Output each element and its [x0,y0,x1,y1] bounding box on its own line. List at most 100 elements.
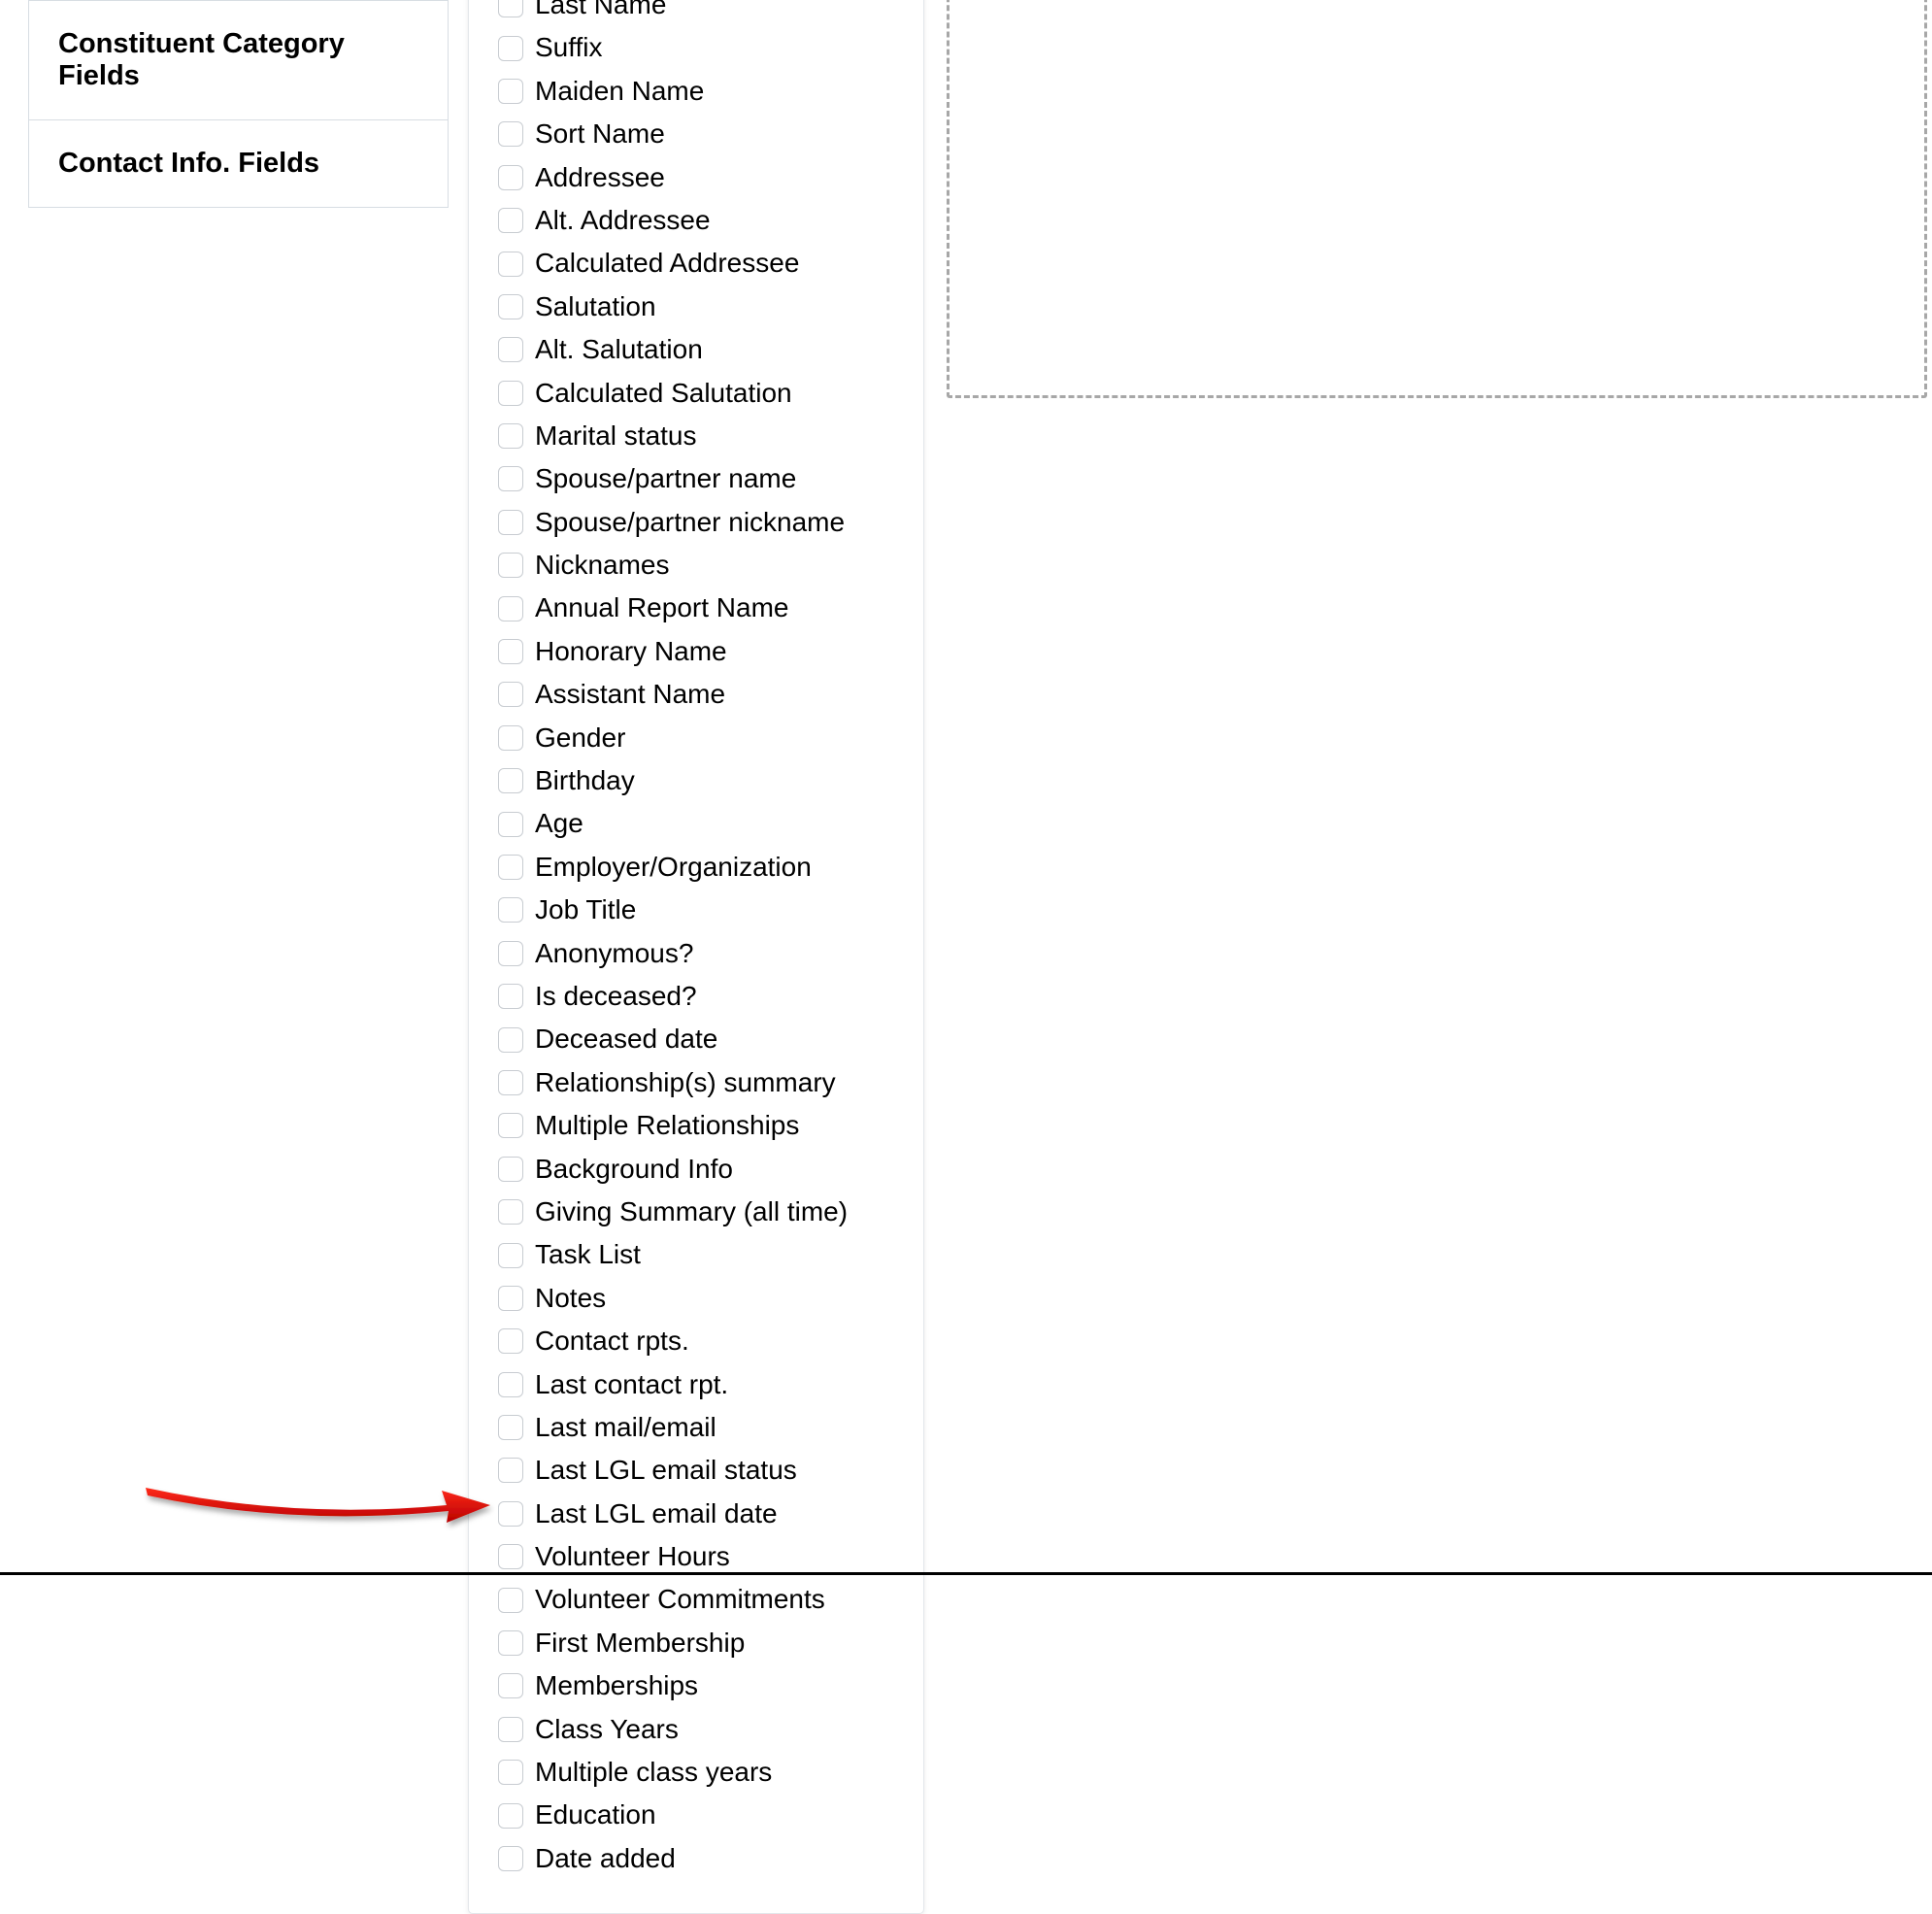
field-checkbox-birthday[interactable] [498,768,523,793]
field-row: Alt. Addressee [498,199,894,242]
field-label: Multiple class years [535,1755,772,1790]
fields-panel: Last Name Suffix Maiden Name Sort Name A… [468,0,924,1914]
field-label: Deceased date [535,1022,717,1057]
field-checkbox-first-membership[interactable] [498,1630,523,1656]
field-label: Last Name [535,0,666,22]
field-checkbox-maiden-name[interactable] [498,79,523,104]
field-checkbox-background-info[interactable] [498,1157,523,1182]
field-checkbox-honorary-name[interactable] [498,639,523,664]
field-checkbox-age[interactable] [498,812,523,837]
field-label: Marital status [535,419,697,453]
field-row: Is deceased? [498,975,894,1018]
field-checkbox-gender[interactable] [498,725,523,751]
field-row: Last LGL email status [498,1449,894,1492]
field-label: Notes [535,1281,606,1316]
field-checkbox-last-contact-rpt[interactable] [498,1372,523,1397]
field-label: Education [535,1797,656,1832]
field-row: Maiden Name [498,70,894,113]
field-checkbox-date-added[interactable] [498,1846,523,1871]
field-label: Nicknames [535,548,669,583]
field-label: Addressee [535,160,665,195]
sidebar-header-category[interactable]: Constituent Category Fields [28,0,449,120]
field-checkbox-relationships-summary[interactable] [498,1070,523,1095]
field-row: Calculated Addressee [498,242,894,285]
field-row: First Membership [498,1622,894,1664]
field-row: Spouse/partner nickname [498,501,894,544]
field-row: Task List [498,1233,894,1276]
field-checkbox-volunteer-commitments[interactable] [498,1588,523,1613]
field-checkbox-calculated-salutation[interactable] [498,381,523,406]
field-label: Job Title [535,892,636,927]
field-row: Background Info [498,1148,894,1191]
field-label: Giving Summary (all time) [535,1194,848,1229]
field-row: Marital status [498,415,894,457]
field-checkbox-suffix[interactable] [498,36,523,61]
field-label: Contact rpts. [535,1324,689,1359]
field-checkbox-alt-salutation[interactable] [498,337,523,362]
field-row: Salutation [498,285,894,328]
field-label: Honorary Name [535,634,727,669]
field-checkbox-sort-name[interactable] [498,121,523,147]
field-row: Assistant Name [498,673,894,716]
field-label: Salutation [535,289,656,324]
field-checkbox-volunteer-hours[interactable] [498,1544,523,1569]
field-label: Maiden Name [535,74,704,109]
field-checkbox-memberships[interactable] [498,1673,523,1698]
field-checkbox-contact-rpts[interactable] [498,1328,523,1354]
field-row: Age [498,802,894,845]
field-row: Alt. Salutation [498,328,894,371]
field-label: Last contact rpt. [535,1367,728,1402]
field-checkbox-task-list[interactable] [498,1243,523,1268]
field-label: Volunteer Commitments [535,1582,825,1617]
field-checkbox-deceased-date[interactable] [498,1027,523,1053]
field-row: Deceased date [498,1018,894,1060]
field-row: Honorary Name [498,630,894,673]
field-checkbox-spouse-nickname[interactable] [498,510,523,535]
field-checkbox-last-lgl-email-date[interactable] [498,1501,523,1527]
field-checkbox-last-mail-email[interactable] [498,1415,523,1440]
field-checkbox-addressee[interactable] [498,165,523,190]
field-label: Spouse/partner nickname [535,505,845,540]
field-checkbox-multiple-class-years[interactable] [498,1760,523,1785]
field-checkbox-last-lgl-email-status[interactable] [498,1458,523,1483]
field-checkbox-calculated-addressee[interactable] [498,252,523,277]
dropzone[interactable] [947,0,1927,398]
field-checkbox-alt-addressee[interactable] [498,208,523,233]
field-checkbox-marital-status[interactable] [498,423,523,449]
field-row: Multiple class years [498,1751,894,1794]
field-row: Education [498,1794,894,1836]
field-label: Birthday [535,763,635,798]
field-checkbox-spouse-name[interactable] [498,466,523,491]
field-checkbox-last-name[interactable] [498,0,523,17]
field-label: Gender [535,721,625,756]
field-checkbox-education[interactable] [498,1803,523,1829]
field-label: Last LGL email status [535,1453,797,1488]
field-checkbox-nicknames[interactable] [498,553,523,578]
field-label: Calculated Salutation [535,376,792,411]
field-label: Anonymous? [535,936,693,971]
field-row: Last mail/email [498,1406,894,1449]
field-label: Alt. Addressee [535,203,711,238]
field-row: Nicknames [498,544,894,587]
field-checkbox-anonymous[interactable] [498,941,523,966]
field-checkbox-assistant-name[interactable] [498,682,523,707]
field-label: First Membership [535,1626,745,1661]
field-checkbox-is-deceased[interactable] [498,984,523,1009]
field-label: Spouse/partner name [535,461,796,496]
field-checkbox-notes[interactable] [498,1286,523,1311]
field-checkbox-job-title[interactable] [498,897,523,923]
field-label: Volunteer Hours [535,1539,730,1574]
field-row: Notes [498,1277,894,1320]
field-label: Class Years [535,1712,679,1747]
field-row: Last LGL email date [498,1493,894,1535]
field-row: Birthday [498,759,894,802]
field-row: Last Name [498,0,894,26]
sidebar-header-contact[interactable]: Contact Info. Fields [28,120,449,208]
field-checkbox-multiple-relationships[interactable] [498,1113,523,1138]
field-checkbox-employer[interactable] [498,855,523,880]
field-checkbox-class-years[interactable] [498,1717,523,1742]
field-checkbox-salutation[interactable] [498,294,523,319]
field-checkbox-giving-summary[interactable] [498,1199,523,1225]
field-checkbox-annual-report-name[interactable] [498,596,523,621]
field-row: Contact rpts. [498,1320,894,1362]
